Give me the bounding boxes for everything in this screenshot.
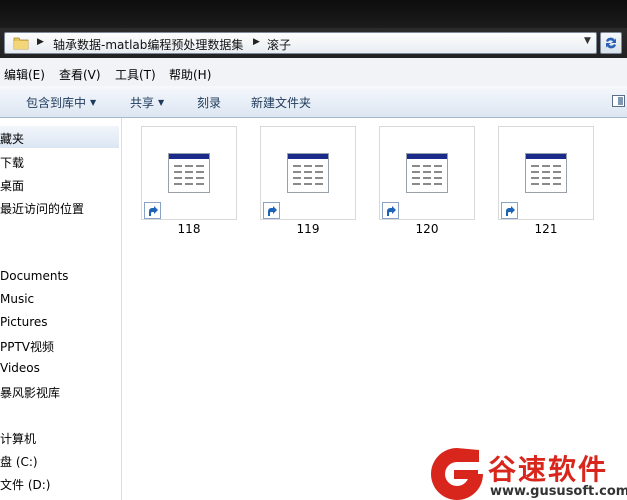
nav-item-documents[interactable]: Documents: [0, 269, 68, 283]
menu-bar: 编辑(E) 查看(V) 工具(T) 帮助(H): [0, 58, 627, 87]
shortcut-arrow-icon: [501, 202, 518, 219]
menu-tools[interactable]: 工具(T): [115, 66, 156, 83]
file-tile[interactable]: [379, 126, 475, 220]
watermark-url: www.gususoft.com: [490, 484, 627, 499]
file-name[interactable]: 119: [260, 222, 356, 236]
gususoft-logo-icon: [431, 448, 483, 500]
burn-button[interactable]: 刻录: [197, 94, 221, 111]
shortcut-arrow-icon: [144, 202, 161, 219]
menu-edit[interactable]: 编辑(E): [4, 66, 45, 83]
refresh-button[interactable]: [600, 32, 622, 54]
include-library-label: 包含到库中: [26, 96, 87, 110]
address-bar[interactable]: ▶ 轴承数据-matlab编程预处理数据集 ▶ 滚子 ▼: [4, 32, 597, 54]
navigation-pane: 藏夹 下载 桌面 最近访问的位置 Documents Music Picture…: [0, 118, 122, 500]
nav-item-recent-places[interactable]: 最近访问的位置: [0, 200, 84, 217]
refresh-icon: [606, 37, 616, 49]
new-folder-button[interactable]: 新建文件夹: [251, 94, 311, 111]
nav-item-desktop[interactable]: 桌面: [0, 177, 24, 194]
watermark-title: 谷速软件: [488, 453, 609, 486]
shortcut-arrow-icon: [263, 202, 280, 219]
share-label: 共享: [130, 96, 155, 110]
document-icon: [168, 153, 210, 193]
chevron-down-icon[interactable]: ▼: [584, 36, 591, 46]
file-name[interactable]: 118: [141, 222, 237, 236]
include-library-button[interactable]: 包含到库中 ▼: [26, 94, 96, 111]
file-name[interactable]: 120: [379, 222, 475, 236]
nav-item-music[interactable]: Music: [0, 292, 34, 306]
file-tile[interactable]: [260, 126, 356, 220]
nav-item-baofeng-library[interactable]: 暴风影视库: [0, 384, 60, 401]
breadcrumb-arrow-icon[interactable]: ▶: [37, 37, 44, 47]
shortcut-arrow-icon: [382, 202, 399, 219]
nav-item-downloads[interactable]: 下载: [0, 154, 24, 171]
menu-help[interactable]: 帮助(H): [169, 66, 211, 83]
command-toolbar: 包含到库中 ▼ 共享 ▼ 刻录 新建文件夹: [0, 86, 627, 118]
nav-item-computer[interactable]: 计算机: [0, 430, 36, 447]
breadcrumb-item[interactable]: 轴承数据-matlab编程预处理数据集: [53, 36, 243, 53]
document-icon: [287, 153, 329, 193]
nav-item-drive-c[interactable]: 盘 (C:): [0, 453, 38, 470]
nav-item-videos[interactable]: Videos: [0, 361, 40, 375]
nav-item-drive-d[interactable]: 文件 (D:): [0, 476, 50, 493]
file-name[interactable]: 121: [498, 222, 594, 236]
caret-down-icon: ▼: [158, 98, 165, 107]
caret-down-icon: ▼: [90, 98, 97, 107]
document-icon: [525, 153, 567, 193]
menu-view[interactable]: 查看(V): [59, 66, 101, 83]
window-title-bar: [0, 0, 627, 28]
breadcrumb-arrow-icon[interactable]: ▶: [253, 37, 260, 47]
file-tile[interactable]: [141, 126, 237, 220]
folder-icon: [13, 37, 29, 50]
file-tile[interactable]: [498, 126, 594, 220]
breadcrumb-item[interactable]: 滚子: [267, 36, 291, 53]
document-icon: [406, 153, 448, 193]
address-row: ▶ 轴承数据-matlab编程预处理数据集 ▶ 滚子 ▼: [0, 28, 627, 58]
share-button[interactable]: 共享 ▼: [130, 94, 164, 111]
nav-item-pictures[interactable]: Pictures: [0, 315, 48, 329]
preview-pane-icon[interactable]: [612, 95, 625, 107]
nav-item-pptv-video[interactable]: PPTV视频: [0, 338, 54, 355]
file-list-area: 118 119 120 121: [122, 118, 627, 500]
nav-item-favorites[interactable]: 藏夹: [0, 130, 24, 147]
